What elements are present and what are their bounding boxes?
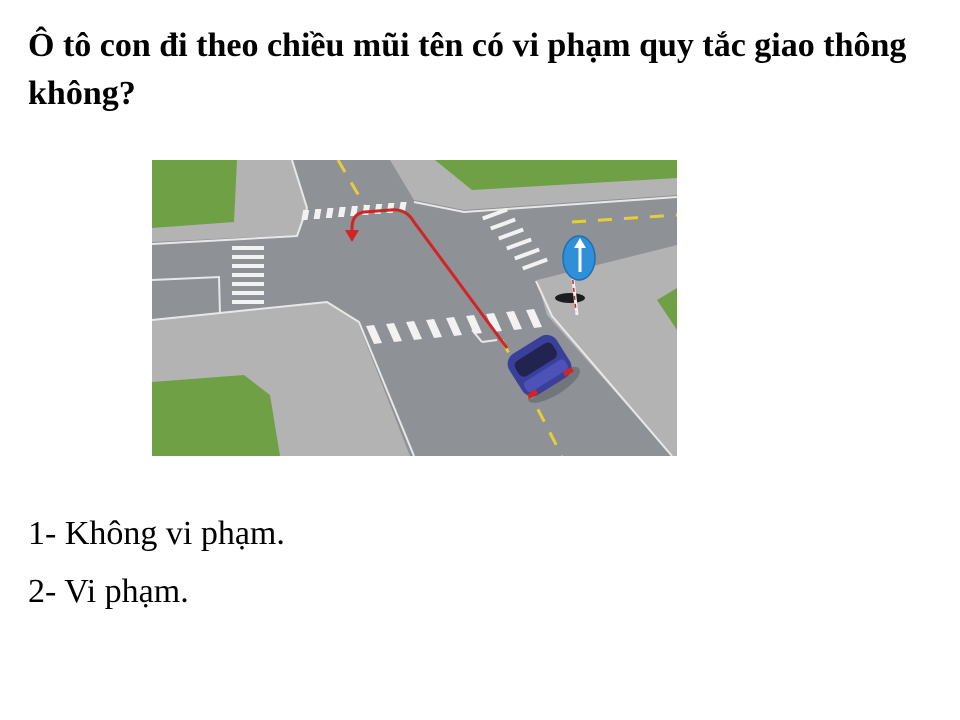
answer-list: 1- Không vi phạm. 2- Vi phạm. <box>28 505 285 621</box>
answer-option-1[interactable]: 1- Không vi phạm. <box>28 505 285 563</box>
sidewalk-top-left <box>152 160 307 242</box>
question-text: Ô tô con đi theo chiều mũi tên có vi phạ… <box>28 27 907 112</box>
answer-option-2[interactable]: 2- Vi phạm. <box>28 563 285 621</box>
intersection-illustration <box>152 160 677 456</box>
